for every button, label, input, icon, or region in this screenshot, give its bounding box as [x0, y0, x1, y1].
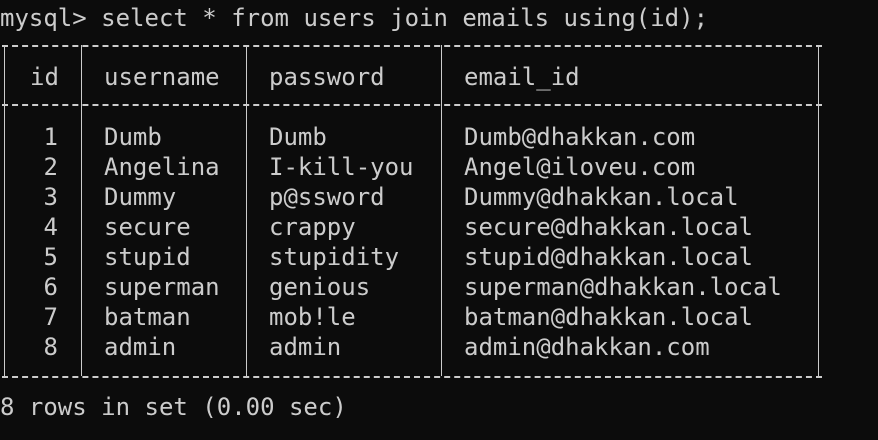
cell-id: 1	[43, 123, 58, 151]
cell-id: 3	[43, 183, 58, 211]
sql-command: select * from users join emails using(id…	[101, 4, 709, 32]
cell-id: 6	[43, 273, 58, 301]
cell-id: 4	[43, 213, 58, 241]
cell-username: Angelina	[104, 153, 220, 181]
column-divider	[81, 45, 82, 376]
column-header-username: username	[104, 63, 220, 91]
column-header-email-id: email_id	[464, 63, 580, 91]
cell-email-id: admin@dhakkan.com	[464, 333, 710, 361]
cell-id: 5	[43, 243, 58, 271]
cell-password: mob!le	[269, 303, 356, 331]
cell-email-id: superman@dhakkan.local	[464, 273, 782, 301]
cell-id: 8	[43, 333, 58, 361]
cell-password: p@ssword	[269, 183, 385, 211]
table-border-bottom	[2, 376, 822, 378]
result-summary: 8 rows in set (0.00 sec)	[0, 393, 347, 421]
column-divider	[246, 45, 247, 376]
table-border-header	[2, 104, 822, 106]
table-border-top	[2, 45, 822, 47]
cell-password: I-kill-you	[269, 153, 414, 181]
cell-username: superman	[104, 273, 220, 301]
table-border-left	[4, 45, 5, 376]
cell-email-id: Angel@iloveu.com	[464, 153, 696, 181]
cell-id: 7	[43, 303, 58, 331]
cell-email-id: batman@dhakkan.local	[464, 303, 753, 331]
cell-username: stupid	[104, 243, 191, 271]
cell-password: crappy	[269, 213, 356, 241]
mysql-prompt: mysql>	[0, 4, 102, 32]
cell-password: genious	[269, 273, 371, 301]
cell-password: stupidity	[269, 243, 400, 271]
column-header-password: password	[269, 63, 385, 91]
table-border-right	[818, 45, 819, 376]
command-line: mysql> select * from users join emails u…	[0, 3, 708, 33]
cell-id: 2	[43, 153, 58, 181]
cell-username: Dummy	[104, 183, 177, 211]
cell-username: batman	[104, 303, 191, 331]
cell-email-id: secure@dhakkan.local	[464, 213, 753, 241]
cell-username: secure	[104, 213, 191, 241]
column-header-id: id	[30, 63, 59, 91]
terminal-window[interactable]: mysql> select * from users join emails u…	[0, 0, 878, 440]
cell-password: Dumb	[269, 123, 327, 151]
cell-email-id: Dumb@dhakkan.com	[464, 123, 696, 151]
cell-password: admin	[269, 333, 342, 361]
cell-username: Dumb	[104, 123, 162, 151]
cell-email-id: Dummy@dhakkan.local	[464, 183, 739, 211]
cell-email-id: stupid@dhakkan.local	[464, 243, 753, 271]
column-divider	[441, 45, 442, 376]
cell-username: admin	[104, 333, 177, 361]
